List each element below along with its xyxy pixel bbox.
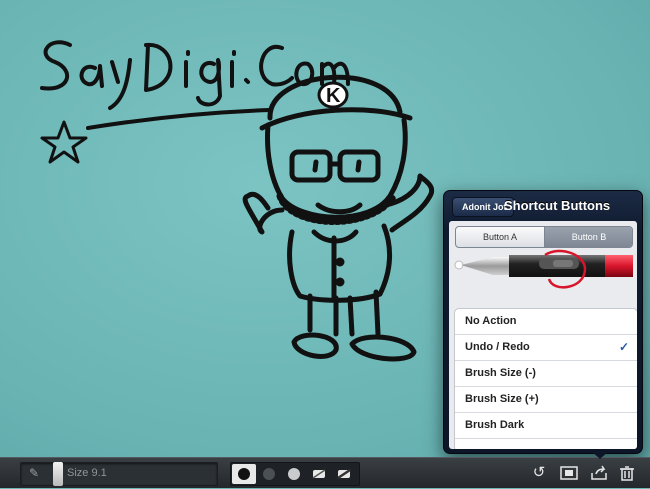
popover-header: Adonit Jot Shortcut Buttons xyxy=(444,191,642,221)
cap-letter: K xyxy=(326,85,341,107)
checkmark-icon: ✓ xyxy=(618,340,629,354)
eraser-icon xyxy=(312,469,326,479)
slider-thumb[interactable] xyxy=(53,462,63,486)
option-brush-size-minus[interactable]: Brush Size (-) xyxy=(455,361,637,387)
button-segmented-control: Button A Button B xyxy=(455,226,633,248)
layers-icon[interactable] xyxy=(558,463,580,483)
option-label: Brush Size (-) xyxy=(465,367,536,379)
option-undo-redo[interactable]: Undo / Redo ✓ xyxy=(455,335,637,361)
option-label: Brush Size (+) xyxy=(465,393,539,405)
trash-icon[interactable] xyxy=(616,463,638,483)
popover-body: Button A Button B No Action Undo / Redo … xyxy=(449,221,637,449)
eraser-hard[interactable] xyxy=(332,464,356,484)
brush-selector xyxy=(230,462,360,486)
stylus-pen-illustration xyxy=(454,249,633,289)
brush-black[interactable] xyxy=(232,464,256,484)
shortcut-buttons-popover: Adonit Jot Shortcut Buttons Button A But… xyxy=(443,190,643,454)
light-gray-dot-icon xyxy=(288,468,300,480)
dark-gray-dot-icon xyxy=(263,468,275,480)
option-label: Brush Dark xyxy=(465,419,525,431)
option-brush-dark[interactable]: Brush Dark xyxy=(455,413,637,439)
brush-size-slider[interactable]: ✎ Size 9.1 xyxy=(20,462,218,486)
undo-icon[interactable]: ↺ xyxy=(528,463,550,483)
option-label: No Action xyxy=(465,315,517,327)
bottom-toolbar: ✎ Size 9.1 ↺ xyxy=(0,457,650,488)
black-dot-icon xyxy=(238,468,250,480)
brush-icon: ✎ xyxy=(29,466,40,480)
eraser-soft[interactable] xyxy=(307,464,331,484)
segment-button-a[interactable]: Button A xyxy=(456,227,544,247)
popover-title: Shortcut Buttons xyxy=(504,198,611,213)
popover-pointer xyxy=(590,450,610,459)
option-no-action[interactable]: No Action xyxy=(455,309,637,335)
size-label: Size 9.1 xyxy=(67,467,107,479)
option-brush-size-plus[interactable]: Brush Size (+) xyxy=(455,387,637,413)
option-label: Undo / Redo xyxy=(465,341,530,353)
shortcut-options-list: No Action Undo / Redo ✓ Brush Size (-) Br… xyxy=(454,308,637,449)
share-icon[interactable] xyxy=(588,463,610,483)
brush-light-gray[interactable] xyxy=(282,464,306,484)
brush-dark-gray[interactable] xyxy=(257,464,281,484)
segment-button-b[interactable]: Button B xyxy=(544,227,632,247)
eraser-icon xyxy=(337,468,351,480)
